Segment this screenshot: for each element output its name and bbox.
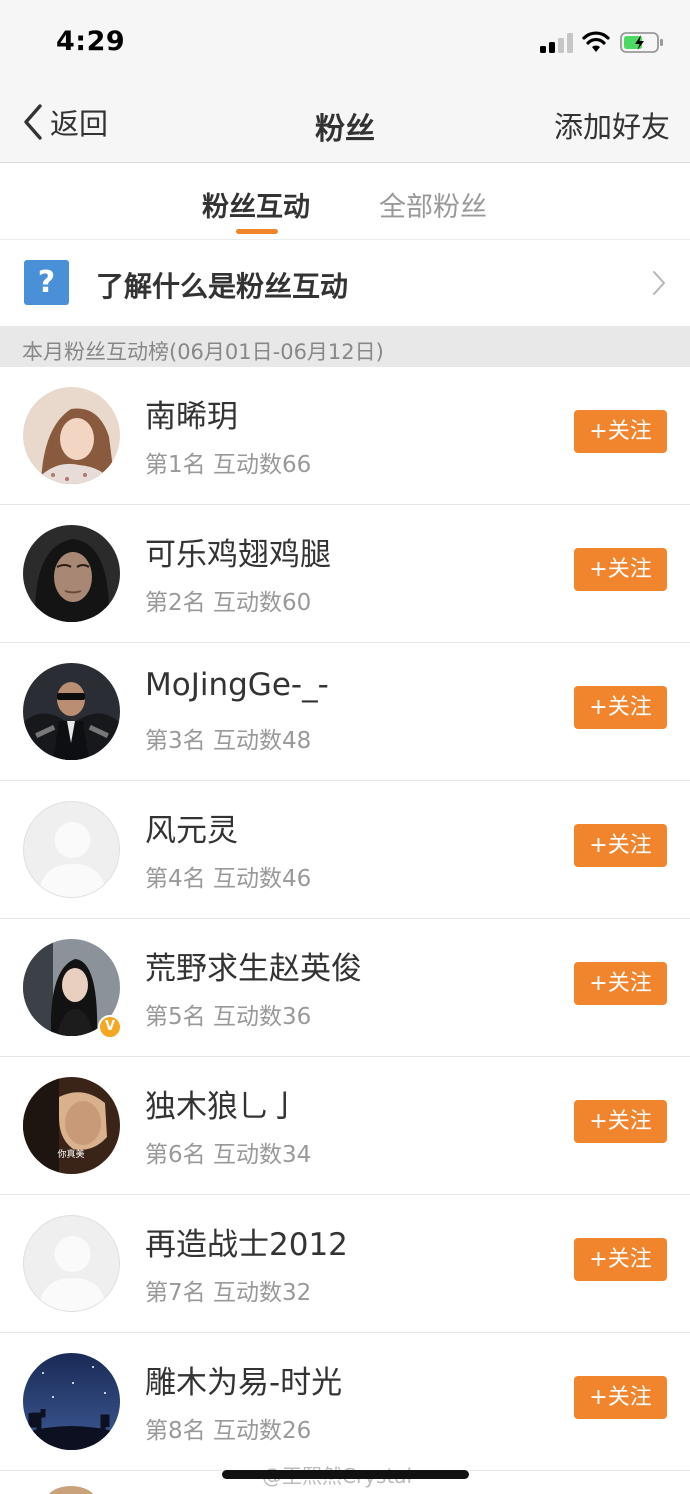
- follow-button[interactable]: +关注: [574, 548, 667, 591]
- fan-name: 风元灵: [145, 813, 238, 849]
- list-item[interactable]: MoJingGe-_- 第3名 互动数48 +关注: [0, 643, 690, 781]
- fan-rank-stats: 第6名 互动数34: [145, 1142, 312, 1168]
- list-item[interactable]: 风元灵 第4名 互动数46 +关注: [0, 781, 690, 919]
- avatar[interactable]: 你真美: [23, 1077, 120, 1174]
- fan-name: 南晞玥: [145, 399, 238, 435]
- tab-fan-interaction[interactable]: 粉丝互动: [202, 185, 310, 224]
- follow-button[interactable]: +关注: [574, 962, 667, 1005]
- list-item[interactable]: V 荒野求生赵英俊 第5名 互动数36 +关注: [0, 919, 690, 1057]
- follow-button[interactable]: +关注: [574, 1238, 667, 1281]
- what-is-fan-interaction-row[interactable]: ? 了解什么是粉丝互动: [0, 240, 690, 326]
- home-indicator[interactable]: [222, 1470, 469, 1479]
- avatar[interactable]: [23, 663, 120, 760]
- fan-rank-stats: 第8名 互动数26: [145, 1418, 312, 1444]
- fan-name: 荒野求生赵英俊: [145, 951, 362, 987]
- list-item[interactable]: 你真美 独木狼乚亅 第6名 互动数34 +关注: [0, 1057, 690, 1195]
- follow-button[interactable]: +关注: [574, 824, 667, 867]
- fan-rank-stats: 第4名 互动数46: [145, 866, 312, 892]
- fan-rank-stats: 第3名 互动数48: [145, 728, 312, 754]
- active-tab-indicator: [236, 229, 278, 234]
- info-row-label: 了解什么是粉丝互动: [96, 270, 349, 303]
- question-icon: ?: [24, 260, 69, 305]
- tab-all-fans[interactable]: 全部粉丝: [379, 185, 487, 224]
- avatar[interactable]: [46, 1486, 96, 1494]
- fan-name: MoJingGe-_-: [145, 667, 329, 703]
- list-item[interactable]: 南晞玥 第1名 互动数66 +关注: [0, 367, 690, 505]
- fan-name: 独木狼乚亅: [145, 1089, 300, 1125]
- fan-rank-stats: 第2名 互动数60: [145, 590, 312, 616]
- default-avatar-icon[interactable]: [23, 801, 120, 898]
- wifi-icon: [582, 31, 610, 52]
- fan-rank-stats: 第7名 互动数32: [145, 1280, 312, 1306]
- list-item[interactable]: 再造战士2012 第7名 互动数32 +关注: [0, 1195, 690, 1333]
- list-item[interactable]: 雕木为易-时光 第8名 互动数26 +关注: [0, 1333, 690, 1471]
- fan-name: 雕木为易-时光: [145, 1365, 343, 1401]
- add-friend-button[interactable]: 添加好友: [554, 104, 670, 146]
- avatar-caption: 你真美: [57, 1148, 84, 1160]
- list-item[interactable]: 可乐鸡翅鸡腿 第2名 互动数60 +关注: [0, 505, 690, 643]
- chevron-right-icon: [653, 271, 665, 295]
- default-avatar-icon[interactable]: [23, 1215, 120, 1312]
- battery-charging-icon: [620, 32, 663, 53]
- section-header: 本月粉丝互动榜(06月01日-06月12日): [0, 326, 690, 367]
- avatar[interactable]: [23, 387, 120, 484]
- verified-badge-icon: V: [98, 1015, 122, 1039]
- follow-button[interactable]: +关注: [574, 686, 667, 729]
- section-header-label: 本月粉丝互动榜(06月01日-06月12日): [22, 340, 384, 364]
- fan-name: 再造战士2012: [145, 1227, 348, 1263]
- follow-button[interactable]: +关注: [574, 410, 667, 453]
- fan-ranking-list: 南晞玥 第1名 互动数66 +关注 可乐鸡翅鸡腿 第2名 互动数60 +关注 M…: [0, 367, 690, 1471]
- follow-button[interactable]: +关注: [574, 1376, 667, 1419]
- follow-button[interactable]: +关注: [574, 1100, 667, 1143]
- avatar[interactable]: [23, 525, 120, 622]
- status-bar: 4:29: [0, 0, 690, 82]
- fan-rank-stats: 第5名 互动数36: [145, 1004, 312, 1030]
- navigation-bar: 返回 粉丝 添加好友: [0, 82, 690, 163]
- avatar[interactable]: [23, 1353, 120, 1450]
- fan-rank-stats: 第1名 互动数66: [145, 452, 312, 478]
- tab-bar: 粉丝互动 全部粉丝: [0, 163, 690, 240]
- fan-name: 可乐鸡翅鸡腿: [145, 537, 331, 573]
- status-time: 4:29: [56, 26, 126, 57]
- cellular-signal-icon: [540, 33, 574, 53]
